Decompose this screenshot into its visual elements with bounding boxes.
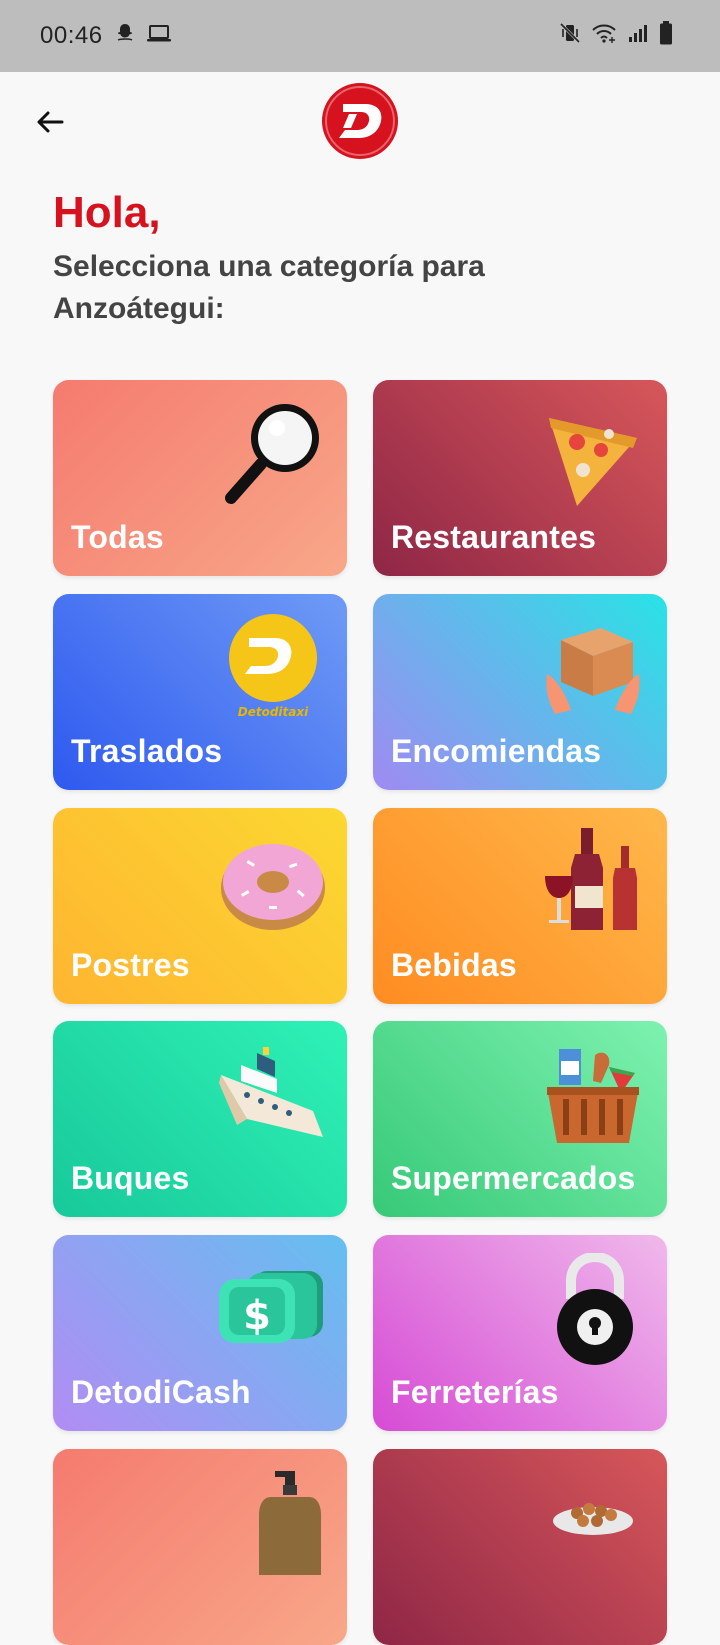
category-card-ferreterias[interactable]: Ferreterías: [373, 1235, 667, 1431]
back-button[interactable]: [28, 102, 72, 146]
grocery-basket-icon: [537, 1039, 649, 1151]
status-time: 00:46: [40, 22, 103, 49]
category-card-buques[interactable]: Buques: [53, 1021, 347, 1217]
wifi-icon: [590, 21, 618, 52]
category-label: Postres: [71, 947, 190, 983]
category-card-traslados[interactable]: Detoditaxi Traslados: [53, 594, 347, 790]
svg-text:$: $: [243, 1293, 271, 1339]
category-card-detodicash[interactable]: $ DetodiCash: [53, 1235, 347, 1431]
subtitle: Selecciona una categoría para Anzoátegui…: [53, 250, 485, 325]
category-label: Encomiendas: [391, 733, 602, 769]
status-bar: 00:46: [0, 0, 720, 72]
package-hands-icon: [537, 612, 649, 724]
app-bar: [0, 72, 720, 172]
pet-food-bowl-icon: [537, 1467, 649, 1579]
category-label: Buques: [71, 1160, 190, 1196]
greeting: Hola,: [53, 188, 161, 237]
category-card-restaurantes[interactable]: Restaurantes: [373, 380, 667, 576]
detoditaxi-text: Detoditaxi: [238, 705, 309, 719]
battery-icon: [658, 20, 674, 53]
category-card-postres[interactable]: Postres: [53, 808, 347, 1004]
ship-icon: [217, 1039, 329, 1151]
donut-icon: [217, 826, 329, 938]
pizza-icon: [537, 398, 649, 510]
soap-bottle-icon: [217, 1467, 329, 1579]
wine-bottles-icon: [537, 826, 649, 938]
category-label: Bebidas: [391, 947, 517, 983]
category-label: Ferreterías: [391, 1374, 559, 1410]
detoditaxi-logo-icon: Detoditaxi: [217, 612, 329, 724]
category-card-todas[interactable]: Todas: [53, 380, 347, 576]
category-card-partial-right[interactable]: [373, 1449, 667, 1645]
magnifier-icon: [217, 398, 329, 510]
category-label: DetodiCash: [71, 1374, 251, 1410]
snapchat-icon: [113, 21, 137, 52]
laptop-icon: [145, 21, 173, 52]
category-card-supermercados[interactable]: Supermercados: [373, 1021, 667, 1217]
category-card-partial-left[interactable]: [53, 1449, 347, 1645]
category-card-bebidas[interactable]: Bebidas: [373, 808, 667, 1004]
category-label: Restaurantes: [391, 519, 597, 555]
arrow-left-icon: [34, 106, 66, 143]
detodi-logo: [321, 82, 399, 160]
cash-stack-icon: $: [217, 1253, 329, 1365]
category-label: Supermercados: [391, 1160, 636, 1196]
mute-vibrate-icon: [558, 21, 582, 52]
category-label: Todas: [71, 519, 164, 555]
signal-icon: [626, 21, 650, 52]
category-card-encomiendas[interactable]: Encomiendas: [373, 594, 667, 790]
padlock-icon: [537, 1251, 649, 1365]
category-label: Traslados: [71, 733, 223, 769]
